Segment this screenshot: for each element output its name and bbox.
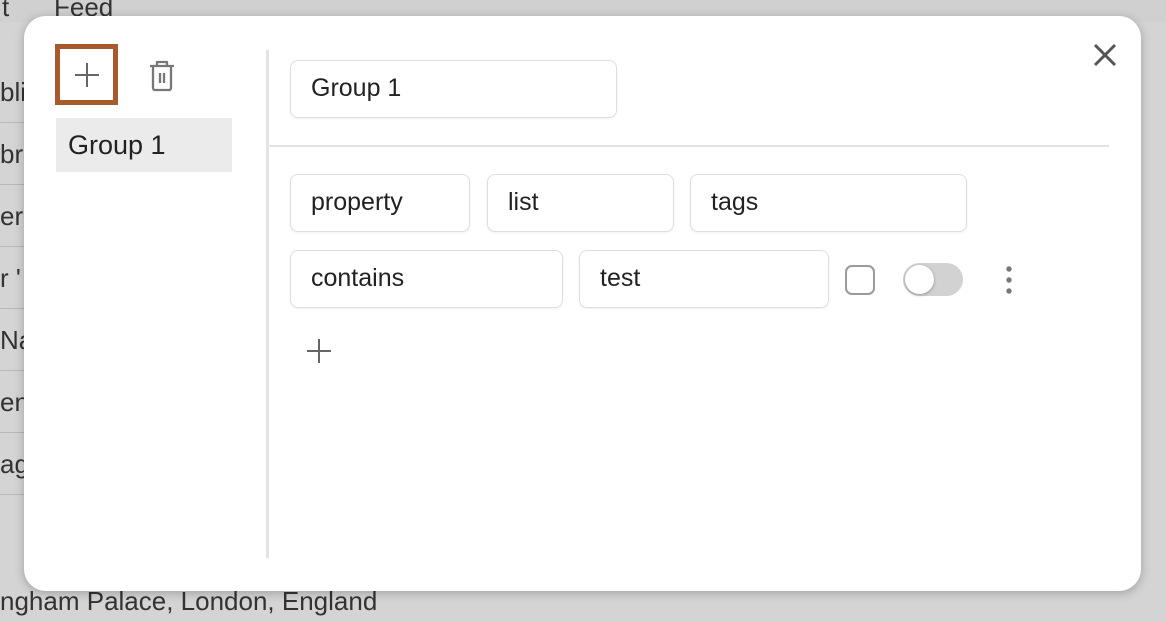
divider [266, 50, 269, 558]
vertical-ellipsis-icon[interactable] [1002, 264, 1016, 296]
trash-icon[interactable] [144, 58, 180, 94]
toggle-knob [905, 265, 934, 294]
add-group-button[interactable] [55, 44, 118, 105]
rule-checkbox[interactable] [845, 265, 875, 295]
group-list-item[interactable]: Group 1 [56, 118, 232, 172]
rule-type-select[interactable]: list [487, 174, 674, 232]
rule-value-input[interactable]: test [579, 250, 829, 308]
plus-icon [74, 62, 99, 87]
group-name-input[interactable]: Group 1 [290, 60, 617, 118]
rule-field-select[interactable]: property [290, 174, 470, 232]
add-rule-icon[interactable] [306, 338, 332, 364]
close-icon[interactable] [1090, 40, 1120, 70]
header-cell: t [2, 0, 10, 22]
rule-toggle[interactable] [903, 263, 963, 296]
rule-property-select[interactable]: tags [690, 174, 967, 232]
filter-groups-modal: Group 1 Group 1 property list tags conta… [24, 16, 1141, 591]
divider [269, 145, 1109, 147]
rule-operator-select[interactable]: contains [290, 250, 563, 308]
